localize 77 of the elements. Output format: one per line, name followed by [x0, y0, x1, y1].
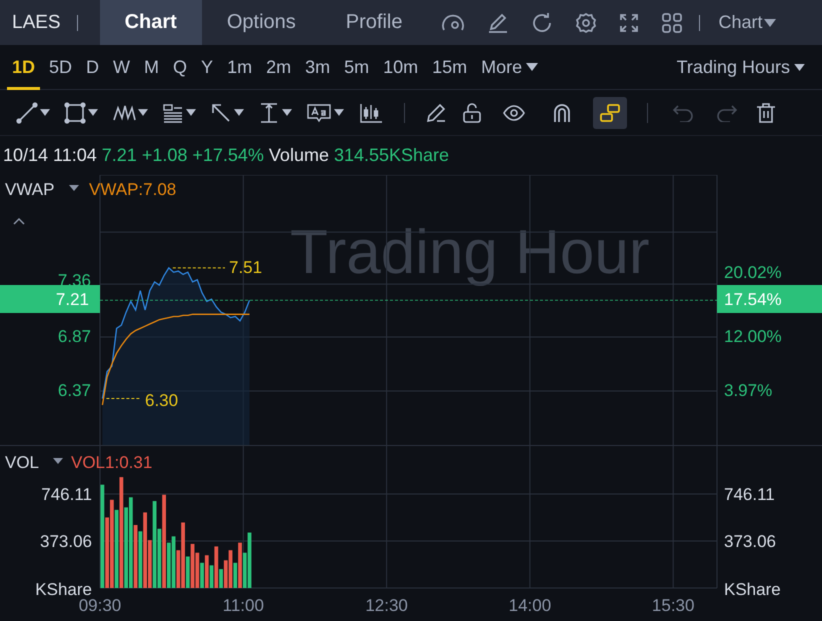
- session-dropdown[interactable]: Trading Hours: [672, 44, 810, 90]
- last-price-label: 7.21: [56, 290, 89, 309]
- trash-icon[interactable]: [756, 102, 776, 124]
- toolbar-toggle[interactable]: [593, 96, 627, 128]
- text-tool-icon[interactable]: [306, 102, 344, 124]
- time-axis-label: 12:30: [365, 596, 408, 615]
- percent-axis-label: 20.02%: [724, 263, 782, 282]
- low-label: 6.30: [145, 391, 178, 410]
- volume-axis-label: 373.06: [724, 532, 776, 551]
- volume-axis-label: 373.06: [40, 532, 92, 551]
- collapse-icon[interactable]: [13, 218, 25, 225]
- timeframe-tab[interactable]: 5m: [339, 44, 374, 90]
- magnet-icon: [552, 102, 572, 122]
- last-price: 7.21: [102, 145, 137, 166]
- indicator-name[interactable]: VOL: [5, 453, 40, 472]
- time-axis-label: 14:00: [508, 596, 552, 615]
- timeframe-tab[interactable]: W: [108, 44, 136, 90]
- timeframe-tab[interactable]: 5D: [44, 44, 78, 90]
- rectangle-tool-icon[interactable]: [64, 102, 98, 124]
- volume-axis-label: 746.11: [724, 485, 775, 504]
- caret-icon: [794, 64, 805, 70]
- caret-icon: [526, 63, 538, 71]
- percent-axis-label: 12.00%: [724, 327, 782, 346]
- unit-label: KShare: [724, 580, 781, 599]
- caret-icon[interactable]: [69, 185, 79, 191]
- leader-line: [172, 267, 226, 268]
- indicator-name[interactable]: VWAP: [5, 180, 54, 199]
- timeframe-tab[interactable]: 15m: [427, 44, 472, 90]
- chart-menu[interactable]: Chart: [718, 12, 776, 33]
- price-axis-label: 6.87: [58, 327, 91, 346]
- grid-icon[interactable]: [661, 12, 684, 34]
- timeframe-tab[interactable]: 3m: [300, 44, 336, 90]
- tab[interactable]: Options: [202, 0, 321, 45]
- leader-line: [106, 398, 140, 400]
- unlock-icon[interactable]: [461, 102, 483, 124]
- edit-icon[interactable]: [487, 12, 510, 34]
- volume-value: 314.55KShare: [334, 145, 450, 166]
- timeframe-tab[interactable]: Q: [168, 44, 192, 90]
- price-change: +1.08: [142, 145, 188, 166]
- line-tool-icon[interactable]: [16, 102, 50, 124]
- indicator-value: VOL1:0.31: [71, 453, 152, 472]
- measure-tool-icon[interactable]: [258, 102, 292, 124]
- lines-tool-icon[interactable]: [162, 102, 196, 124]
- unit-label: KShare: [35, 580, 92, 599]
- timeframe-tab[interactable]: Y: [196, 44, 218, 90]
- refresh-icon[interactable]: [531, 12, 554, 34]
- last-percent-label: 17.54%: [724, 290, 782, 309]
- indicator-value: VWAP:7.08: [89, 180, 176, 199]
- caret-icon: [764, 18, 776, 26]
- timeframe-tab[interactable]: D: [81, 44, 104, 90]
- price-axis-label: 6.37: [58, 381, 91, 400]
- timeframe-tab[interactable]: 10m: [378, 44, 424, 90]
- volume-label: Volume: [268, 145, 329, 166]
- more-dropdown[interactable]: More: [476, 44, 544, 90]
- time-axis-label: 11:00: [222, 596, 264, 615]
- time-axis-label: 09:30: [78, 596, 122, 615]
- tab[interactable]: Profile: [320, 0, 428, 45]
- pencil-icon[interactable]: [425, 102, 447, 124]
- timeframe-tab[interactable]: 1m: [222, 44, 258, 90]
- time-axis-label: 15:30: [652, 596, 694, 615]
- arrow-tool-icon[interactable]: [210, 102, 244, 124]
- quote-time: 10/14 11:04: [3, 145, 97, 166]
- settings-icon[interactable]: [575, 12, 598, 34]
- percent-change: +17.54%: [192, 145, 264, 166]
- tab[interactable]: Chart: [100, 0, 202, 45]
- timeframe-tab[interactable]: 1D: [7, 44, 40, 90]
- high-label: 7.51: [229, 258, 262, 277]
- caret-icon[interactable]: [53, 458, 63, 464]
- timeframe-tab[interactable]: M: [139, 44, 164, 90]
- link-icon: [599, 102, 621, 122]
- percent-axis-label: 3.97%: [724, 381, 772, 400]
- ticker-symbol: LAES: [11, 12, 61, 34]
- timeframe-tab[interactable]: 2m: [261, 44, 296, 90]
- eye-icon: [503, 104, 525, 120]
- volume-axis-label: 746.11: [41, 485, 92, 504]
- fullscreen-icon[interactable]: [619, 12, 640, 32]
- candlestick-icon[interactable]: [358, 102, 384, 124]
